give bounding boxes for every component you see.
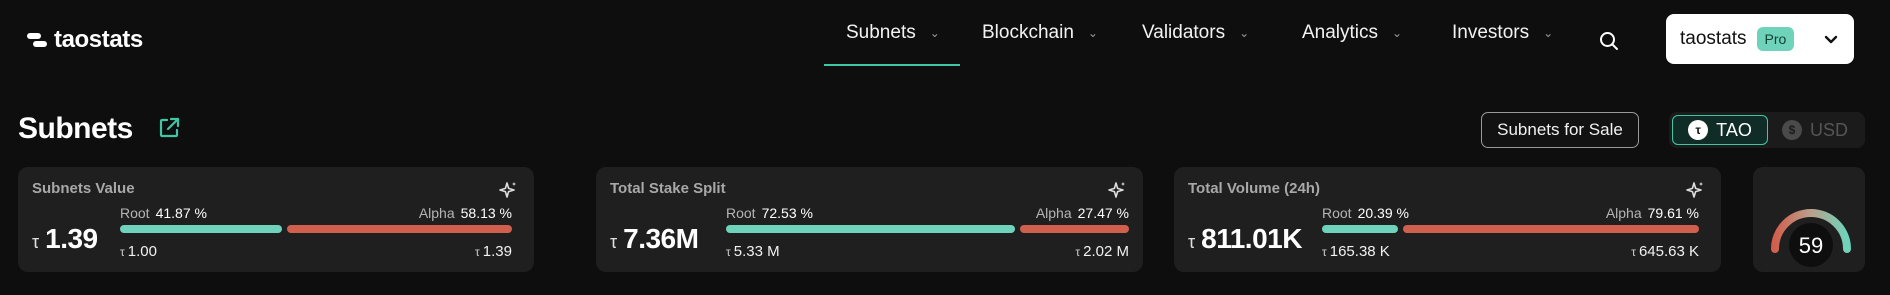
page-title: Subnets: [18, 112, 133, 145]
root-bar: [1322, 225, 1398, 233]
chevron-down-icon: ⌄: [929, 26, 940, 40]
search-icon[interactable]: [1597, 29, 1621, 53]
alpha-percent: 27.47 %: [1077, 205, 1129, 221]
nav-investors[interactable]: Investors ⌄: [1430, 0, 1576, 66]
root-amount: τ 5.33 M: [726, 243, 780, 260]
nav-label: Investors: [1452, 22, 1530, 43]
tao-symbol: τ: [32, 232, 40, 252]
tao-symbol: τ: [610, 232, 618, 252]
root-label: Root 41.87 %: [120, 205, 207, 221]
currency-label: TAO: [1716, 119, 1752, 140]
stat-card-total-volume: Total Volume (24h) τ 811.01K Root 20.39 %…: [1174, 167, 1721, 272]
currency-toggle: τ TAO $ USD: [1669, 112, 1865, 148]
root-bar: [726, 225, 1015, 233]
alpha-amount: τ 1.39: [475, 243, 512, 260]
card-main-value: τ 7.36M: [610, 223, 699, 255]
sparkle-icon[interactable]: [1107, 180, 1127, 200]
gauge-value: 59: [1799, 233, 1823, 258]
stat-card-total-stake-split: Total Stake Split τ 7.36M Root 72.53 % Al…: [596, 167, 1143, 272]
main-nav: Subnets ⌄ Blockchain ⌄ Validators ⌄ Anal…: [824, 0, 1576, 66]
chevron-down-icon: ⌄: [1392, 26, 1403, 40]
root-percent: 20.39 %: [1357, 205, 1409, 221]
gauge-icon: 59: [1771, 209, 1851, 267]
card-value: 1.39: [45, 223, 98, 254]
sentiment-gauge-card[interactable]: 59: [1753, 167, 1865, 272]
nav-analytics[interactable]: Analytics ⌄: [1280, 0, 1430, 66]
sparkle-icon[interactable]: [498, 180, 518, 200]
sparkle-icon[interactable]: [1685, 180, 1705, 200]
tao-coin-icon: τ: [1688, 120, 1709, 140]
nav-subnets[interactable]: Subnets ⌄: [824, 0, 960, 66]
currency-label: USD: [1809, 119, 1848, 140]
root-amount: τ 1.00: [120, 243, 157, 260]
alpha-label: Alpha 27.47 %: [1035, 205, 1129, 221]
logo-text: taostats: [54, 26, 143, 53]
card-value: 811.01K: [1201, 223, 1302, 254]
alpha-amount: τ 645.63 K: [1631, 243, 1699, 260]
alpha-amount: τ 2.02 M: [1075, 243, 1129, 260]
card-main-value: τ 811.01K: [1188, 223, 1302, 255]
alpha-bar: [287, 225, 512, 233]
alpha-bar: [1020, 225, 1129, 233]
card-value: 7.36M: [623, 223, 699, 254]
alpha-percent: 79.61 %: [1647, 205, 1699, 221]
chevron-down-icon: ⌄: [1087, 26, 1098, 40]
account-name: taostats: [1680, 28, 1747, 49]
alpha-label: Alpha 79.61 %: [1605, 205, 1699, 221]
split-amounts: τ 1.00 τ 1.39: [120, 243, 512, 260]
root-amount: τ 165.38 K: [1322, 243, 1390, 260]
split-amounts: τ 5.33 M τ 2.02 M: [726, 243, 1129, 260]
subnets-for-sale-button[interactable]: Subnets for Sale: [1481, 112, 1639, 148]
root-bar: [120, 225, 282, 233]
logo[interactable]: taostats: [26, 26, 143, 54]
currency-option-tao[interactable]: τ TAO: [1672, 115, 1768, 145]
currency-option-usd[interactable]: $ USD: [1768, 115, 1862, 145]
pro-badge: Pro: [1756, 27, 1795, 51]
external-link-icon[interactable]: [157, 116, 181, 140]
dollar-coin-icon: $: [1781, 120, 1802, 140]
root-alpha-split: Root 41.87 % Alpha 58.13 % τ 1.00 τ 1.39: [120, 205, 512, 265]
chevron-down-icon: ⌄: [1239, 26, 1250, 40]
top-navigation-bar: taostats Subnets ⌄ Blockchain ⌄ Validato…: [0, 0, 1890, 80]
chevron-down-icon: ⌄: [1543, 26, 1554, 40]
split-labels: Root 72.53 % Alpha 27.47 %: [726, 205, 1129, 221]
root-percent: 41.87 %: [155, 205, 207, 221]
alpha-label: Alpha 58.13 %: [418, 205, 512, 221]
account-menu-button[interactable]: taostats Pro: [1666, 14, 1854, 64]
taostats-logo-icon: [27, 33, 47, 47]
chevron-down-icon: [1824, 35, 1838, 44]
root-label: Root 20.39 %: [1322, 205, 1409, 221]
stat-card-subnets-value: Subnets Value τ 1.39 Root 41.87 % Alpha 58…: [18, 167, 534, 272]
nav-label: Analytics: [1302, 22, 1379, 43]
split-amounts: τ 165.38 K τ 645.63 K: [1322, 243, 1699, 260]
nav-validators[interactable]: Validators ⌄: [1120, 0, 1280, 66]
card-title: Subnets Value: [32, 180, 135, 197]
alpha-percent: 58.13 %: [460, 205, 512, 221]
card-title: Total Stake Split: [610, 180, 726, 197]
nav-blockchain[interactable]: Blockchain ⌄: [960, 0, 1120, 66]
tao-symbol: τ: [1188, 232, 1196, 252]
root-alpha-split: Root 20.39 % Alpha 79.61 % τ 165.38 K τ 645.…: [1322, 205, 1699, 265]
split-labels: Root 41.87 % Alpha 58.13 %: [120, 205, 512, 221]
nav-label: Subnets: [846, 22, 916, 43]
root-label: Root 72.53 %: [726, 205, 813, 221]
card-title: Total Volume (24h): [1188, 180, 1320, 197]
card-main-value: τ 1.39: [32, 223, 98, 255]
split-labels: Root 20.39 % Alpha 79.61 %: [1322, 205, 1699, 221]
root-percent: 72.53 %: [761, 205, 813, 221]
root-alpha-split: Root 72.53 % Alpha 27.47 % τ 5.33 M τ 2.02 M: [726, 205, 1129, 265]
alpha-bar: [1403, 225, 1699, 233]
nav-label: Blockchain: [982, 22, 1074, 43]
nav-label: Validators: [1142, 22, 1226, 43]
